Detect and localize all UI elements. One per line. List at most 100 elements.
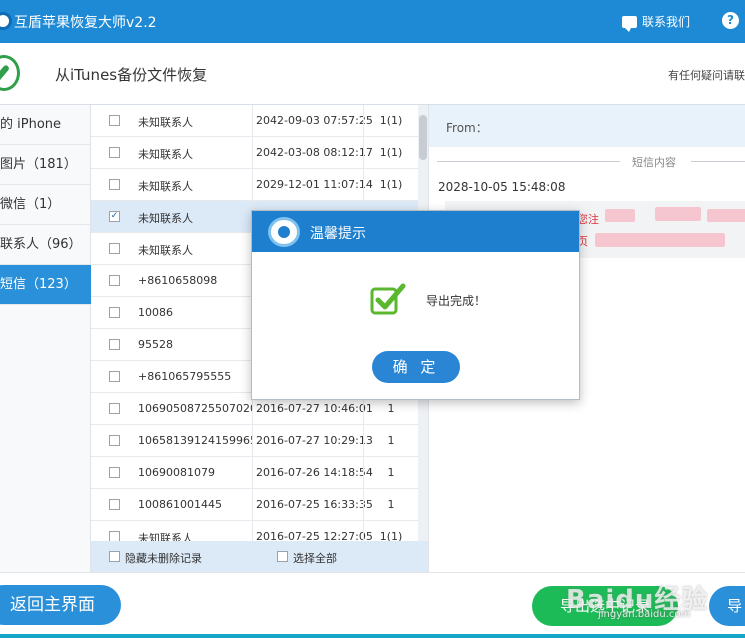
message-row[interactable]: 106581391241599653 2016-07-27 10:29:13 1: [91, 425, 418, 457]
sidebar-item-contacts[interactable]: 联系人（96）: [0, 225, 91, 265]
row-checkbox[interactable]: [109, 179, 120, 190]
contact-us-label: 联系我们: [642, 15, 691, 29]
contact-name: 未知联系人: [138, 180, 193, 193]
page-title: 从iTunes备份文件恢复: [55, 66, 208, 84]
dialog-message: 导出完成！: [426, 294, 487, 308]
contact-name: 未知联系人: [138, 148, 193, 161]
row-checkbox[interactable]: [109, 403, 120, 414]
message-row[interactable]: 未知联系人 2016-07-25 12:27:05 1(1): [91, 521, 418, 541]
message-date: 2016-07-26 14:18:54: [256, 466, 373, 479]
message-date: 2016-07-25 16:33:35: [256, 498, 373, 511]
contact-name: 10690081079: [138, 466, 215, 479]
hide-deleted-checkbox[interactable]: [109, 551, 120, 562]
list-footer: 隐藏未删除记录 选择全部: [91, 541, 428, 572]
row-checkbox[interactable]: [109, 307, 120, 318]
row-checkbox[interactable]: [109, 371, 120, 382]
row-checkbox[interactable]: [109, 435, 120, 446]
message-count: 1: [387, 402, 395, 415]
redacted-text: [605, 209, 635, 222]
contact-name: +861065795555: [138, 370, 232, 383]
scrollbar-thumb[interactable]: [419, 115, 427, 160]
message-row[interactable]: 10690081079 2016-07-26 14:18:54 1: [91, 457, 418, 489]
contact-name: 10086: [138, 306, 173, 319]
row-checkbox[interactable]: ✓: [109, 211, 120, 222]
message-date: 2016-07-27 10:46:01: [256, 402, 373, 415]
help-icon[interactable]: ?: [722, 12, 739, 29]
sidebar-item-label: 的 iPhone: [0, 117, 62, 132]
dialog-title: 温馨提示: [310, 226, 366, 242]
row-checkbox[interactable]: [109, 115, 120, 126]
export-all-button[interactable]: 导: [709, 586, 745, 626]
title-bar: 互盾苹果恢复大师v2.2 联系我们 ?: [0, 0, 745, 43]
message-count: 1: [387, 466, 395, 479]
message-row[interactable]: 未知联系人 2042-03-08 08:12:17 1(1): [91, 137, 418, 169]
hide-deleted-label: 隐藏未删除记录: [125, 552, 202, 565]
message-date: 2042-09-03 07:57:25: [256, 114, 373, 127]
shield-logo-icon: [268, 217, 300, 247]
contact-name: 未知联系人: [138, 244, 193, 257]
redacted-text: [595, 233, 725, 247]
message-row[interactable]: 未知联系人 2029-12-01 11:07:14 1(1): [91, 169, 418, 201]
redacted-text: [707, 209, 745, 222]
column-divider: [252, 489, 253, 520]
support-hint: 有任何疑问请联: [668, 69, 745, 82]
message-date: 2016-07-25 12:27:05: [256, 530, 373, 541]
divider: [437, 161, 620, 162]
sidebar-item-label: 微信（1）: [0, 197, 61, 212]
divider: [691, 161, 745, 162]
contact-us-button[interactable]: 联系我们: [622, 13, 691, 32]
message-row[interactable]: 100861001445 2016-07-25 16:33:35 1: [91, 489, 418, 521]
column-divider: [252, 457, 253, 488]
contact-name: 106581391241599653: [138, 434, 253, 447]
message-count: 1(1): [379, 114, 403, 127]
message-count: 1(1): [379, 530, 403, 541]
message-count: 1(1): [379, 178, 403, 191]
sidebar-item-label: 图片（181）: [0, 157, 77, 172]
select-all-label: 选择全部: [293, 552, 337, 565]
from-label: From：: [446, 121, 488, 135]
column-divider: [252, 425, 253, 456]
message-row[interactable]: 未知联系人 2042-09-03 07:57:25 1(1): [91, 105, 418, 137]
row-checkbox[interactable]: [109, 339, 120, 350]
message-count: 1: [387, 434, 395, 447]
app-logo-icon: [0, 12, 12, 30]
contact-name: 未知联系人: [138, 116, 193, 129]
sidebar-item-label: 联系人（96）: [0, 237, 82, 252]
sidebar-item-wechat[interactable]: 微信（1）: [0, 185, 91, 225]
contact-name: 106905087255070205: [138, 402, 253, 415]
sidebar-item-sms[interactable]: 短信（123）: [0, 265, 91, 305]
contact-name: +8610658098: [138, 274, 218, 287]
sidebar-item-photos[interactable]: 图片（181）: [0, 145, 91, 185]
column-divider: [252, 169, 253, 200]
column-divider: [252, 105, 253, 136]
message-date: 2029-12-01 11:07:14: [256, 178, 373, 191]
recovery-icon: [0, 55, 20, 91]
sidebar-item-device[interactable]: 的 iPhone: [0, 105, 91, 145]
contact-name: 未知联系人: [138, 532, 193, 541]
message-time: 2028-10-05 15:48:08: [438, 180, 566, 194]
row-checkbox[interactable]: [109, 467, 120, 478]
notice-dialog: 温馨提示 导出完成！ 确 定: [251, 210, 580, 400]
row-checkbox[interactable]: [109, 531, 120, 541]
contact-name: 100861001445: [138, 498, 222, 511]
confirm-button[interactable]: 确 定: [372, 351, 460, 383]
row-checkbox[interactable]: [109, 243, 120, 254]
contact-name: 95528: [138, 338, 173, 351]
back-to-main-button[interactable]: 返回主界面: [0, 585, 121, 625]
select-all-checkbox[interactable]: [277, 551, 288, 562]
contact-name: 未知联系人: [138, 212, 193, 225]
message-text-fragment: 您注: [577, 213, 599, 226]
message-count: 1: [387, 498, 395, 511]
section-title: 短信内容: [632, 156, 676, 169]
page-header: 从iTunes备份文件恢复 有任何疑问请联: [0, 43, 745, 105]
sidebar-item-label: 短信（123）: [0, 277, 77, 292]
row-checkbox[interactable]: [109, 499, 120, 510]
chat-icon: [622, 15, 637, 32]
bottom-bar: 返回主界面 导出选中记录 导 Baidu经验 jingyan.baidu.com: [0, 572, 745, 638]
column-divider: [252, 521, 253, 541]
row-checkbox[interactable]: [109, 275, 120, 286]
success-check-icon: [370, 283, 406, 315]
row-checkbox[interactable]: [109, 147, 120, 158]
dialog-header: 温馨提示: [252, 211, 579, 252]
redacted-text: [655, 207, 701, 221]
